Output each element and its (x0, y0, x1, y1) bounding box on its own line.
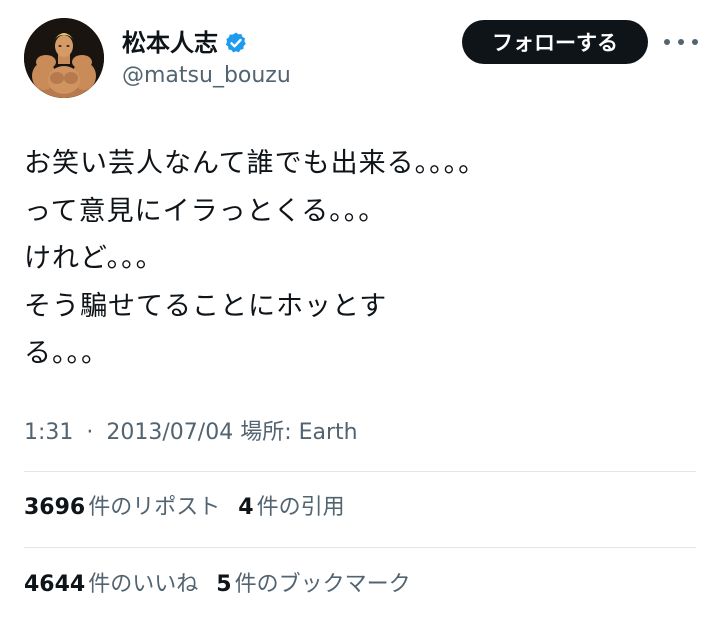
avatar-muscular-figure-icon (24, 18, 104, 98)
more-horizontal-icon-dot (692, 39, 698, 45)
divider (24, 471, 696, 472)
more-horizontal-icon-dot (678, 39, 684, 45)
author-display-name[interactable]: 松本人志 (122, 28, 218, 58)
follow-button[interactable]: フォローする (462, 20, 648, 64)
more-horizontal-icon (664, 39, 670, 45)
tweet-text: お笑い芸人なんて誰でも出来る。。。。 って意見にイラっとくる。。。 けれど。。。… (24, 140, 624, 378)
quotes-count: 4 (238, 495, 254, 520)
tweet-text-line: って意見にイラっとくる。。。 (24, 195, 387, 227)
bookmarks-label: 件のブックマーク (234, 572, 411, 597)
verified-badge-icon (224, 31, 248, 55)
likes-stat[interactable]: 4644 件のいいね (24, 569, 198, 601)
avatar[interactable] (24, 18, 104, 98)
tweet-time[interactable]: 1:31 (24, 420, 73, 445)
quotes-label: 件の引用 (256, 495, 345, 520)
reposts-label: 件のリポスト (88, 495, 221, 520)
stats-row-likes: 4644 件のいいね 5 件のブックマーク (24, 569, 429, 601)
likes-count: 4644 (24, 572, 86, 597)
stats-row-reposts: 3696 件のリポスト 4 件の引用 (24, 492, 363, 524)
tweet-date[interactable]: 2013/07/04 (106, 420, 233, 445)
tweet-text-line: そう騙せてることにホッとす (24, 290, 388, 322)
author-handle[interactable]: @matsu_bouzu (122, 62, 291, 90)
tweet-card: 松本人志 @matsu_bouzu フォローする お笑い芸人なんて誰でも出来る。… (0, 0, 720, 621)
likes-label: 件のいいね (88, 572, 199, 597)
meta-separator: · (86, 420, 94, 445)
bookmarks-stat[interactable]: 5 件のブックマーク (216, 569, 410, 601)
author-name-row: 松本人志 (122, 26, 248, 60)
more-options-button[interactable] (664, 28, 698, 56)
bookmarks-count: 5 (216, 572, 232, 597)
tweet-text-line: る。。。 (24, 338, 109, 369)
tweet-location: 場所: Earth (240, 420, 358, 445)
tweet-text-line: けれど。。。 (24, 243, 164, 274)
quotes-stat[interactable]: 4 件の引用 (238, 492, 344, 524)
reposts-stat[interactable]: 3696 件のリポスト (24, 492, 220, 524)
tweet-meta: 1:31 · 2013/07/04 場所: Earth (24, 418, 358, 448)
divider (24, 547, 696, 548)
tweet-text-line: お笑い芸人なんて誰でも出来る。。。。 (24, 148, 487, 179)
reposts-count: 3696 (24, 495, 86, 520)
